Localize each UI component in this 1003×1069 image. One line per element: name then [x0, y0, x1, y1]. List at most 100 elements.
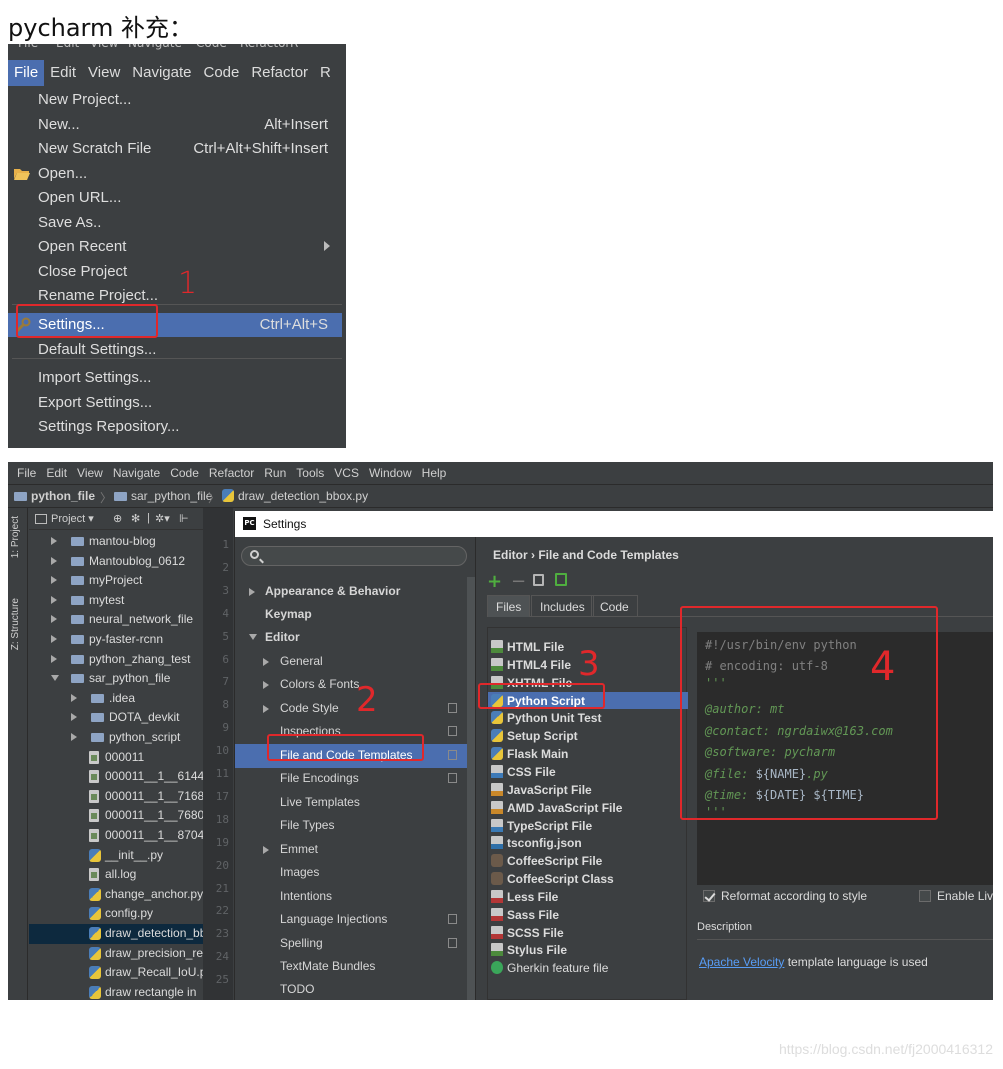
- chevron-right-icon[interactable]: [51, 537, 57, 545]
- menu-item-new-scratch-file[interactable]: New Scratch File Ctrl+Alt+Shift+Insert: [8, 137, 342, 161]
- chevron-right-icon[interactable]: [51, 595, 57, 604]
- menu-refactor[interactable]: Refactor: [245, 60, 314, 86]
- template-item[interactable]: JavaScript File: [488, 781, 688, 799]
- chevron-right-icon[interactable]: [71, 693, 77, 702]
- project-tree-item[interactable]: mytest: [29, 591, 203, 611]
- template-item[interactable]: AMD JavaScript File: [488, 799, 688, 817]
- reset-template-icon[interactable]: [555, 573, 567, 586]
- project-tree-item[interactable]: draw_detection_bb: [29, 924, 203, 944]
- side-tab-project[interactable]: 1: Project: [10, 516, 21, 558]
- chevron-right-icon[interactable]: [263, 705, 269, 713]
- chevron-right-icon[interactable]: [263, 846, 269, 854]
- menu-item-open[interactable]: Open...: [8, 162, 342, 186]
- template-item[interactable]: Python Unit Test: [488, 709, 688, 727]
- project-tree-item[interactable]: python_script: [29, 728, 203, 748]
- menu-item-open-recent[interactable]: Open Recent: [8, 235, 342, 259]
- chevron-right-icon[interactable]: [71, 733, 77, 741]
- side-tab-structure[interactable]: Z: Structure: [10, 598, 21, 650]
- template-item[interactable]: Sass File: [488, 906, 688, 924]
- project-tree-item[interactable]: 000011__1__6144_: [29, 767, 203, 787]
- chevron-right-icon[interactable]: [263, 658, 269, 666]
- template-item[interactable]: Setup Script: [488, 727, 688, 745]
- template-item[interactable]: CoffeeScript Class: [488, 870, 688, 888]
- settings-nav-file-types[interactable]: File Types: [235, 814, 467, 838]
- toolbar-separator[interactable]: |: [147, 512, 150, 524]
- settings-nav-language-injections[interactable]: Language Injections: [235, 908, 467, 932]
- template-item[interactable]: Less File: [488, 888, 688, 906]
- settings-search-input[interactable]: [264, 548, 460, 564]
- ide-menu-refactor[interactable]: Refactor: [204, 466, 259, 480]
- copy-template-icon[interactable]: [533, 574, 544, 586]
- template-item[interactable]: Stylus File: [488, 941, 688, 959]
- menu-item-new-project[interactable]: New Project...: [8, 88, 342, 112]
- settings-nav-spelling[interactable]: Spelling: [235, 932, 467, 956]
- locate-icon[interactable]: ⊕: [113, 512, 122, 525]
- project-tree-item[interactable]: draw rectangle in: [29, 983, 203, 1000]
- project-tree-item[interactable]: change_anchor.py: [29, 885, 203, 905]
- project-tree-item[interactable]: 000011__1__8704_: [29, 826, 203, 846]
- settings-nav-general[interactable]: General: [235, 650, 467, 674]
- menu-file[interactable]: File: [8, 60, 45, 86]
- nav-scrollbar[interactable]: [467, 577, 475, 1000]
- project-tree-item[interactable]: python_zhang_test: [29, 650, 203, 670]
- ide-menu-tools[interactable]: Tools: [291, 466, 329, 480]
- menu-item-save-as[interactable]: Save As..: [8, 211, 342, 235]
- settings-nav-textmate-bundles[interactable]: TextMate Bundles: [235, 955, 467, 979]
- ide-menu-view[interactable]: View: [72, 466, 108, 480]
- menu-item-export-settings[interactable]: Export Settings...: [8, 391, 342, 415]
- ide-menu-vcs[interactable]: VCS: [329, 466, 364, 480]
- tab-code[interactable]: Code: [591, 595, 638, 617]
- settings-nav-editor[interactable]: Editor: [235, 626, 467, 650]
- project-tree-item[interactable]: config.py: [29, 904, 203, 924]
- project-tree-item[interactable]: .idea: [29, 689, 203, 709]
- settings-nav-code-style[interactable]: Code Style: [235, 697, 467, 721]
- menu-item-import-settings[interactable]: Import Settings...: [8, 366, 342, 390]
- menu-navigate[interactable]: Navigate: [126, 60, 197, 86]
- reformat-checkbox[interactable]: [703, 890, 715, 902]
- chevron-down-icon[interactable]: [249, 634, 257, 640]
- breadcrumb-item[interactable]: draw_detection_bbox.py: [222, 489, 368, 503]
- ide-menu-navigate[interactable]: Navigate: [108, 466, 165, 480]
- project-tree-item[interactable]: draw_Recall_IoU.p: [29, 963, 203, 983]
- settings-nav-keymap[interactable]: Keymap: [235, 603, 467, 627]
- settings-nav-images[interactable]: Images: [235, 861, 467, 885]
- project-tree-item[interactable]: 000011: [29, 748, 203, 768]
- chevron-right-icon[interactable]: [51, 615, 57, 624]
- project-tree-item[interactable]: Mantoublog_0612: [29, 552, 203, 572]
- project-tree-item[interactable]: all.log: [29, 865, 203, 885]
- apache-velocity-link[interactable]: Apache Velocity: [699, 955, 784, 969]
- project-tree-item[interactable]: mantou-blog: [29, 532, 203, 552]
- breadcrumb-item[interactable]: sar_python_file: [114, 489, 212, 503]
- gear-icon[interactable]: ✲▾: [155, 512, 170, 525]
- project-tree-item[interactable]: DOTA_devkit: [29, 708, 203, 728]
- settings-search-box[interactable]: [241, 546, 467, 566]
- settings-nav-file-encodings[interactable]: File Encodings: [235, 767, 467, 791]
- chevron-right-icon[interactable]: [263, 681, 269, 689]
- menu-edit[interactable]: Edit: [44, 60, 82, 86]
- ide-menu-edit[interactable]: Edit: [41, 466, 72, 480]
- project-tree-item[interactable]: __init__.py: [29, 846, 203, 866]
- chevron-down-icon[interactable]: [51, 675, 59, 682]
- template-item[interactable]: CoffeeScript File: [488, 852, 688, 870]
- add-template-icon[interactable]: +: [487, 571, 502, 592]
- ide-menu-code[interactable]: Code: [165, 466, 204, 480]
- collapse-icon[interactable]: ✻: [131, 512, 140, 525]
- settings-nav-emmet[interactable]: Emmet: [235, 838, 467, 862]
- chevron-right-icon[interactable]: [51, 654, 57, 663]
- tab-includes[interactable]: Includes: [531, 595, 594, 617]
- menu-r[interactable]: R: [314, 60, 337, 86]
- settings-nav-todo[interactable]: TODO: [235, 978, 467, 1000]
- settings-nav-appearance-behavior[interactable]: Appearance & Behavior: [235, 580, 467, 604]
- template-item[interactable]: CSS File: [488, 763, 688, 781]
- settings-nav-intentions[interactable]: Intentions: [235, 885, 467, 909]
- project-tree-item[interactable]: sar_python_file: [29, 669, 203, 689]
- hide-icon[interactable]: ⊩: [179, 512, 189, 525]
- menu-item-new[interactable]: New... Alt+Insert: [8, 113, 342, 137]
- settings-nav-colors-fonts[interactable]: Colors & Fonts: [235, 673, 467, 697]
- chevron-right-icon[interactable]: [51, 576, 57, 585]
- menu-item-settings-repository[interactable]: Settings Repository...: [8, 415, 342, 439]
- project-tree-item[interactable]: myProject: [29, 571, 203, 591]
- menu-view[interactable]: View: [82, 60, 126, 86]
- tab-files[interactable]: Files: [487, 595, 531, 617]
- template-item[interactable]: Flask Main: [488, 745, 688, 763]
